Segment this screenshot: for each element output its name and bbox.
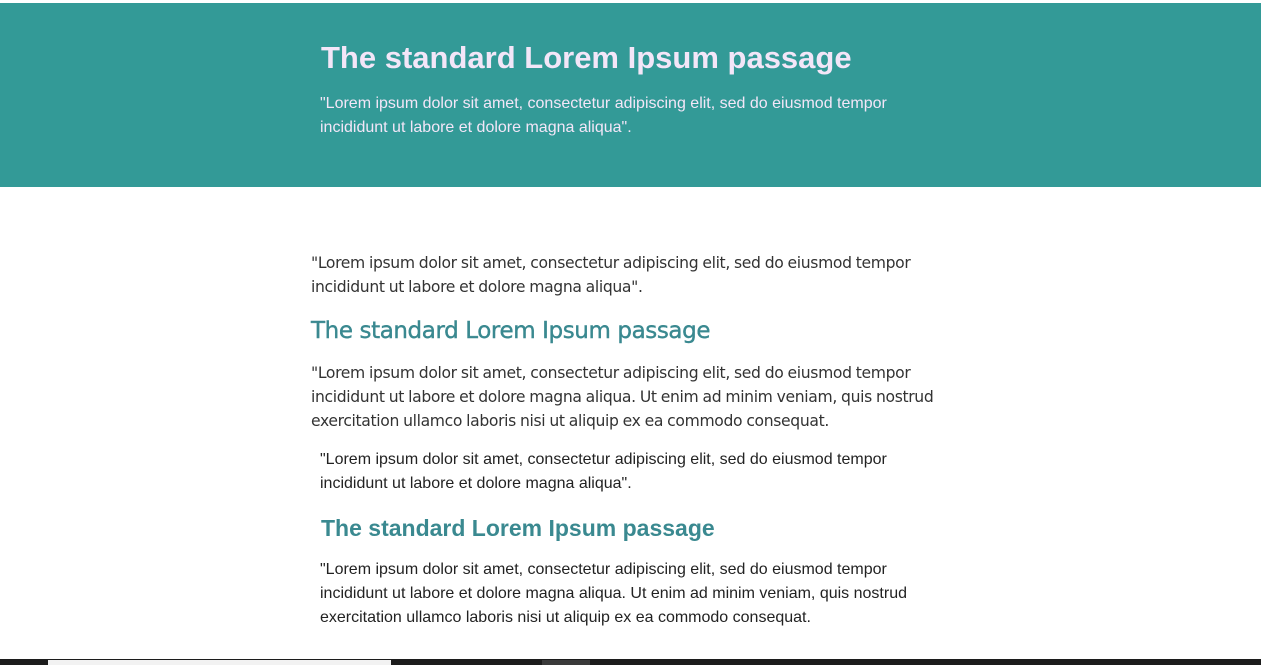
- taskbar-button[interactable]: [542, 660, 590, 665]
- section-b-paragraph-2: "Lorem ipsum dolor sit amet, consectetur…: [320, 561, 907, 626]
- hero-text: "Lorem ipsum dolor sit amet, consectetur…: [320, 95, 887, 136]
- section-b-heading: The standard Lorem Ipsum passage: [321, 515, 715, 541]
- section-b-paragraph-1: "Lorem ipsum dolor sit amet, consectetur…: [320, 451, 887, 492]
- section-a-paragraph-1: "Lorem ipsum dolor sit amet, consectetur…: [311, 254, 911, 296]
- hero-title: The standard Lorem Ipsum passage: [321, 40, 852, 75]
- section-a-paragraph-2: "Lorem ipsum dolor sit amet, consectetur…: [311, 364, 934, 430]
- hero-banner: The standard Lorem Ipsum passage "Lorem …: [0, 3, 1261, 187]
- taskbar-tab[interactable]: [48, 660, 391, 665]
- taskbar-strip: [0, 659, 1261, 665]
- section-a-heading: The standard Lorem Ipsum passage: [311, 318, 711, 344]
